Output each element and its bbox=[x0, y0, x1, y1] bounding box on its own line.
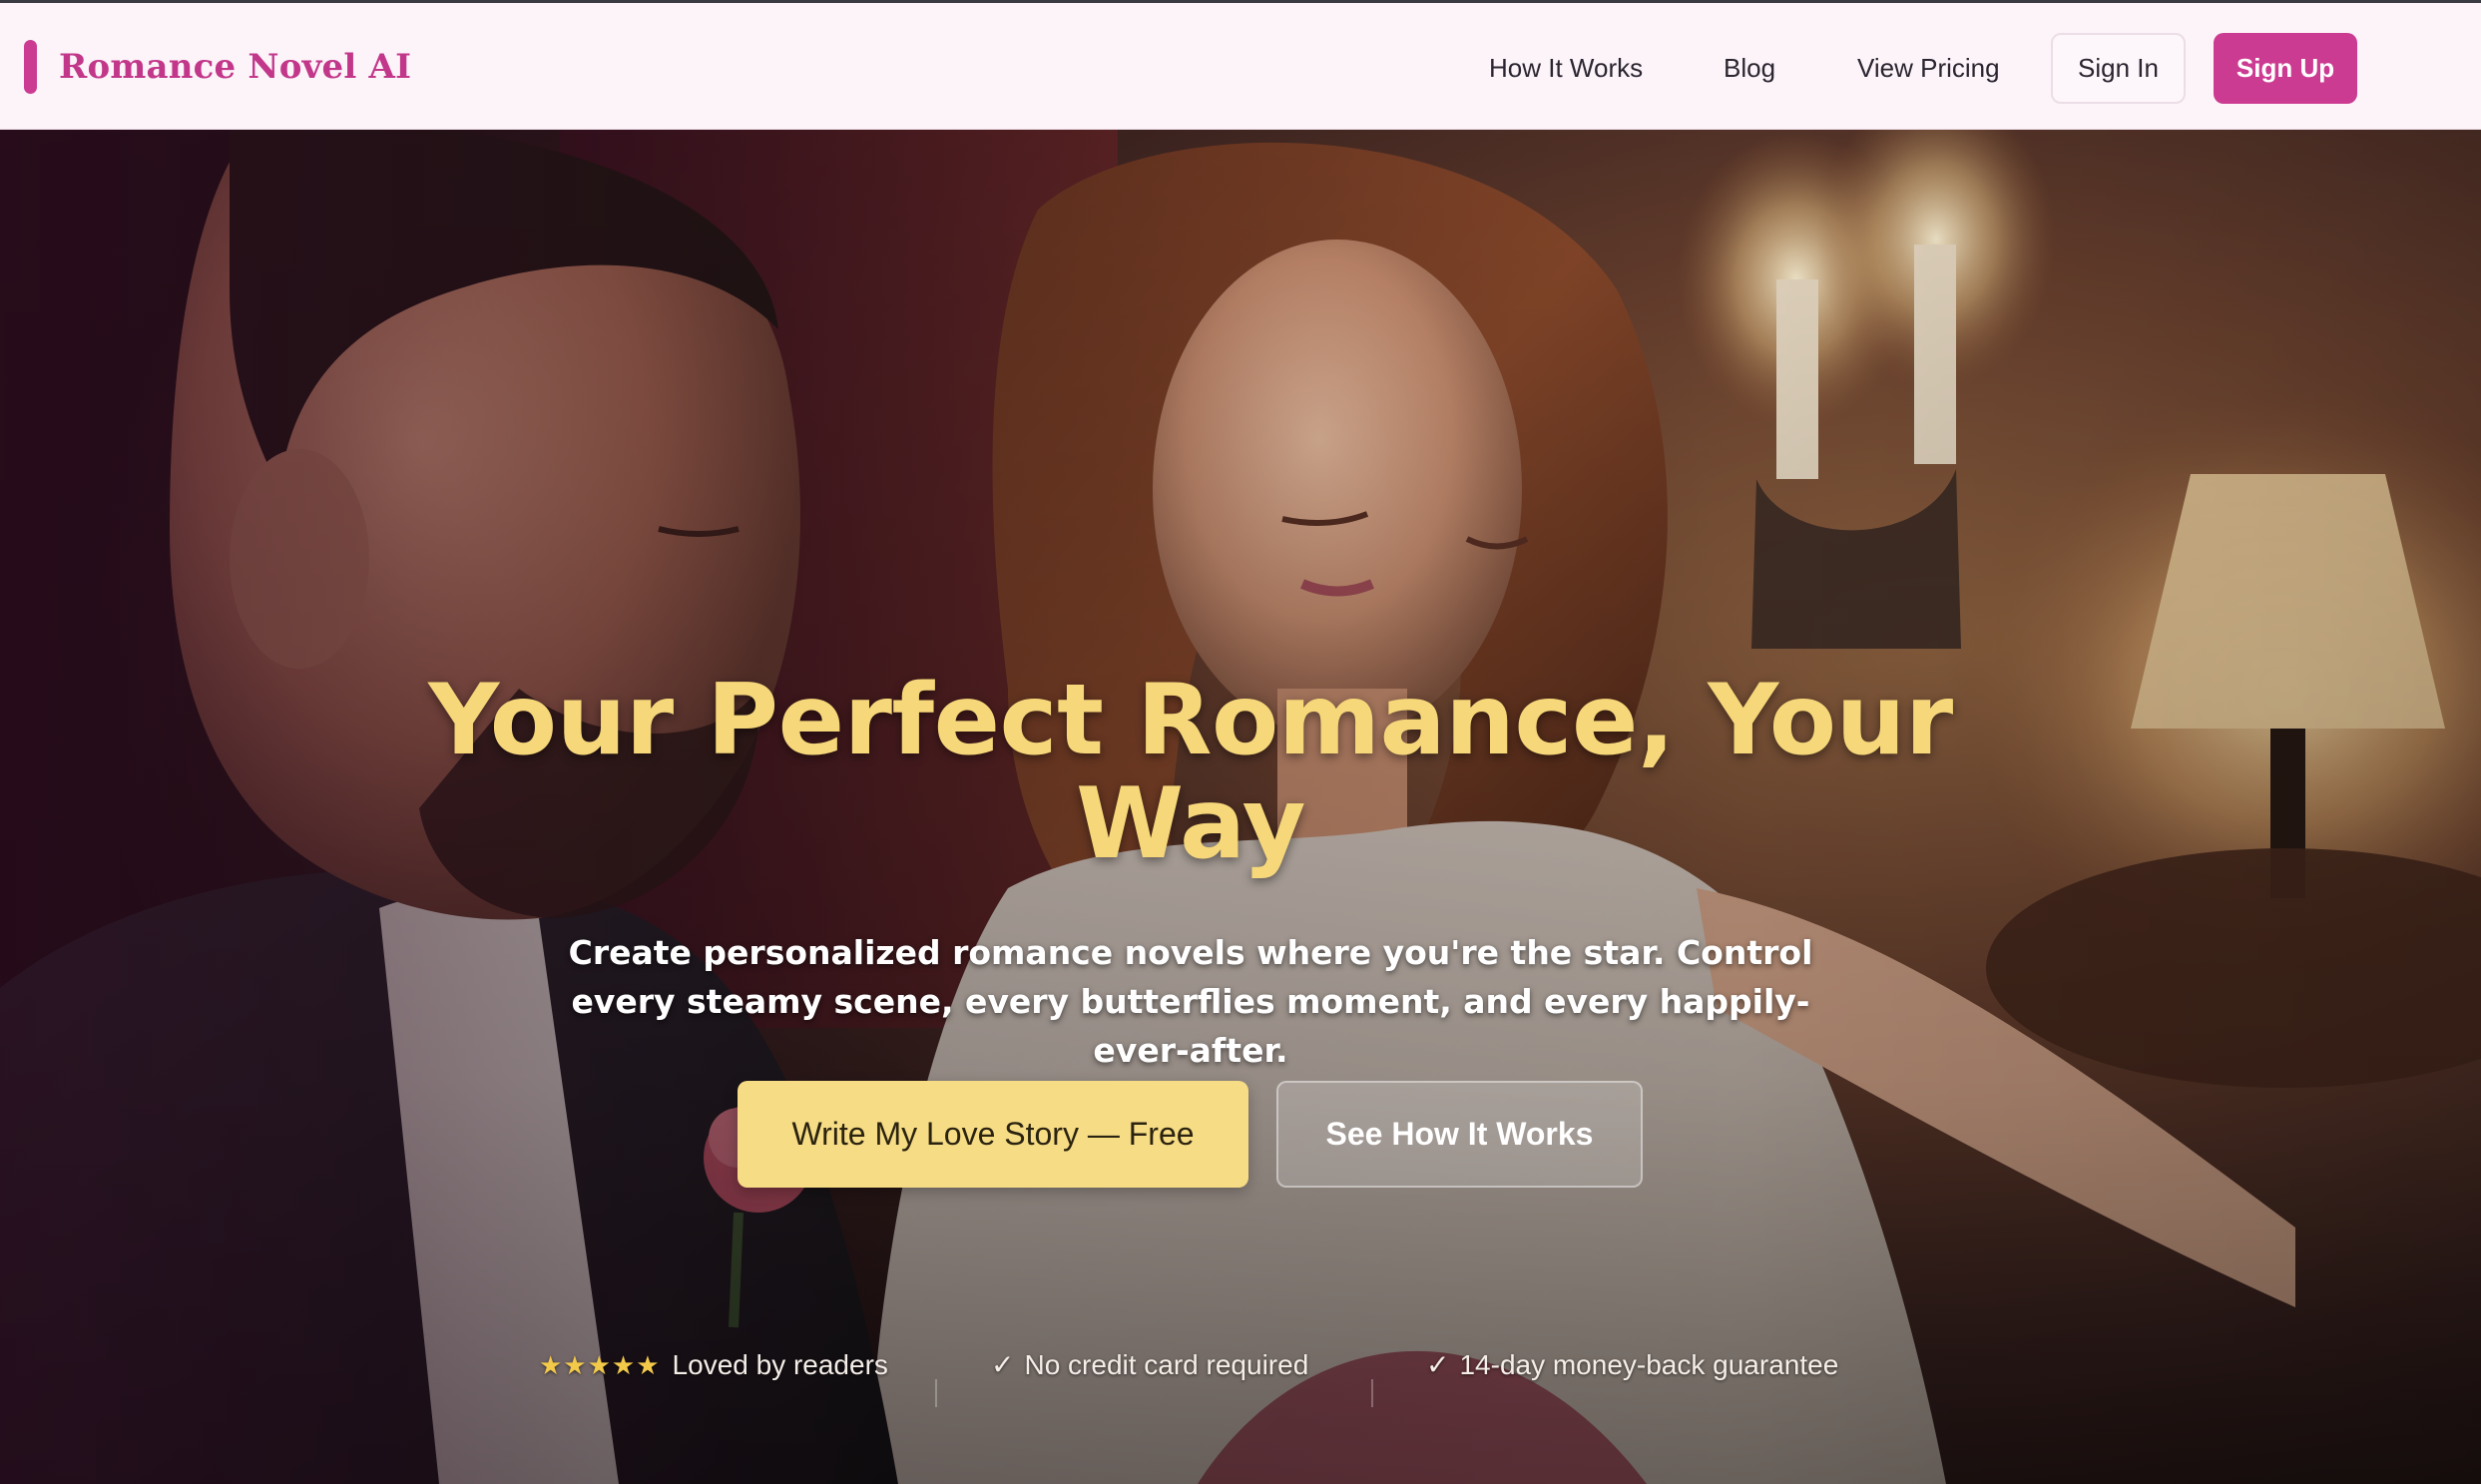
hero-subheadline: Create personalized romance novels where… bbox=[568, 933, 1813, 1070]
nav-link-blog[interactable]: Blog bbox=[1724, 33, 1775, 103]
nav-link-how-it-works[interactable]: How It Works bbox=[1489, 33, 1643, 103]
trust-guarantee-text: 14-day money-back guarantee bbox=[1459, 1349, 1839, 1380]
trust-divider bbox=[1371, 1379, 1373, 1407]
write-my-love-story-button[interactable]: Write My Love Story — Free bbox=[738, 1081, 1248, 1188]
star-rating-icon: ★★★★★ bbox=[539, 1350, 661, 1380]
hero-headline: Your Perfect Romance, Your Way bbox=[428, 664, 1953, 881]
hero-content: Your Perfect Romance, Your Way Create pe… bbox=[0, 130, 2481, 1484]
trust-no-credit-card: ✓ No credit card required bbox=[991, 1345, 1308, 1385]
checkmark-icon: ✓ bbox=[991, 1349, 1015, 1380]
trust-rating-text: Loved by readers bbox=[672, 1349, 888, 1380]
checkmark-icon: ✓ bbox=[1426, 1349, 1450, 1380]
top-navigation: Romance Novel AI How It Works Blog View … bbox=[0, 0, 2481, 130]
trust-divider bbox=[935, 1379, 937, 1407]
trust-guarantee: ✓ 14-day money-back guarantee bbox=[1426, 1345, 1838, 1385]
sign-in-button[interactable]: Sign In bbox=[2051, 33, 2186, 104]
sign-up-button[interactable]: Sign Up bbox=[2214, 33, 2357, 104]
hero-section: Your Perfect Romance, Your Way Create pe… bbox=[0, 130, 2481, 1484]
trust-no-card-text: No credit card required bbox=[1024, 1349, 1309, 1380]
nav-link-view-pricing[interactable]: View Pricing bbox=[1857, 33, 2000, 103]
trust-rating: ★★★★★ Loved by readers bbox=[539, 1345, 888, 1385]
see-how-it-works-button[interactable]: See How It Works bbox=[1276, 1081, 1643, 1188]
landing-page: Romance Novel AI How It Works Blog View … bbox=[0, 0, 2481, 1484]
nav-links: How It Works Blog View Pricing Sign In S… bbox=[0, 33, 2481, 104]
